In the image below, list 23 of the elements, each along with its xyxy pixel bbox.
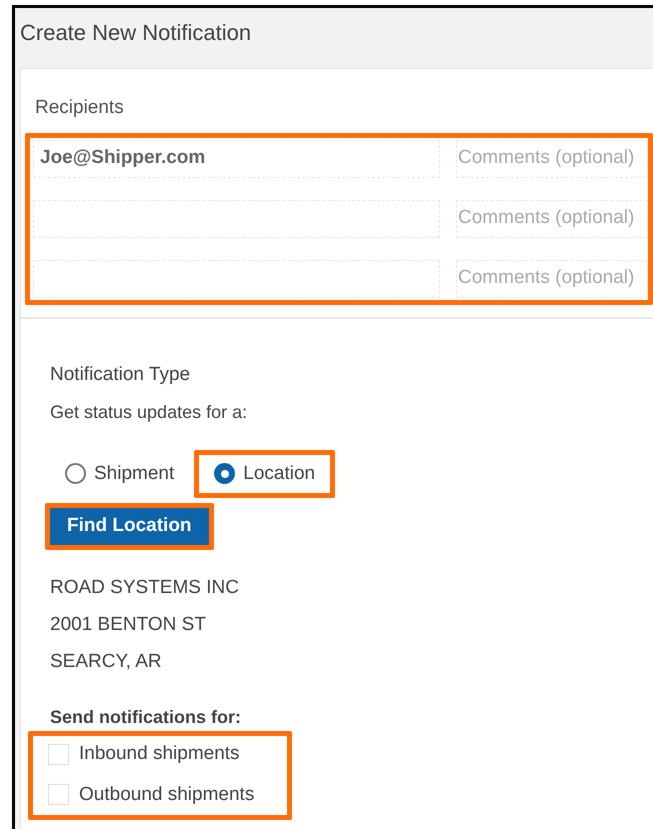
email-field[interactable] <box>33 260 440 298</box>
email-field[interactable] <box>33 200 440 238</box>
prompt-text: Get status updates for a: <box>50 400 248 424</box>
radio-icon <box>65 463 86 484</box>
address-line: SEARCY, AR <box>50 650 163 674</box>
address-line: 2001 BENTON ST <box>50 613 207 637</box>
checkbox[interactable] <box>48 784 69 806</box>
comments-field[interactable]: Comments (optional) <box>456 200 648 238</box>
checkbox-option[interactable]: Outbound shipments <box>48 780 287 809</box>
radio-icon <box>214 463 236 484</box>
section-title: Notification Type <box>50 362 192 386</box>
comments-field[interactable]: Comments (optional) <box>456 140 648 178</box>
address-line: ROAD SYSTEMS INC <box>50 576 240 600</box>
find-location-button[interactable]: Find Location <box>50 508 209 545</box>
section-title: Recipients <box>35 97 124 118</box>
window-title: Create New Notification <box>20 19 252 47</box>
radio-option[interactable]: Location <box>214 460 316 488</box>
comments-field[interactable]: Comments (optional) <box>456 260 648 298</box>
checkbox-option[interactable]: Inbound shipments <box>48 740 287 768</box>
section-title: Send notifications for: <box>50 706 242 729</box>
email-field[interactable]: Joe@Shipper.com <box>33 140 440 178</box>
checkbox[interactable] <box>48 744 69 765</box>
radio-option[interactable]: Shipment <box>65 460 174 488</box>
